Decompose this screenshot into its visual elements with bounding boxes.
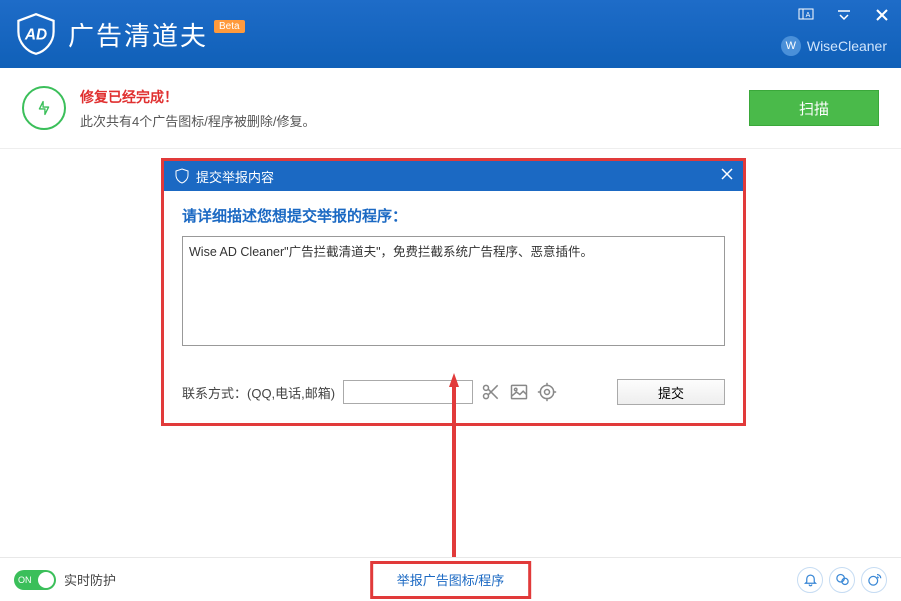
status-bar: 修复已经完成！ 此次共有4个广告图标/程序被删除/修复。 扫描 [0, 68, 901, 149]
toggle-on-text: ON [18, 575, 32, 585]
status-icon [22, 86, 66, 130]
close-icon[interactable] [873, 6, 891, 24]
submit-button[interactable]: 提交 [617, 379, 725, 405]
menu-icon[interactable] [835, 6, 853, 24]
weibo-icon[interactable] [861, 567, 887, 593]
bell-icon[interactable] [797, 567, 823, 593]
language-icon[interactable]: A [797, 6, 815, 24]
report-textarea[interactable] [182, 236, 725, 346]
contact-label: 联系方式：(QQ,电话,邮箱) [182, 383, 335, 402]
report-link-box: 举报广告图标/程序 [370, 561, 532, 599]
status-text: 修复已经完成！ 此次共有4个广告图标/程序被删除/修复。 [80, 87, 315, 130]
dialog-heading: 请详细描述您想提交举报的程序： [182, 205, 725, 226]
realtime-label: 实时防护 [64, 570, 116, 589]
brand-name: WiseCleaner [807, 38, 887, 54]
image-icon[interactable] [509, 382, 529, 402]
app-logo-icon: AD [14, 12, 58, 56]
status-subtitle: 此次共有4个广告图标/程序被删除/修复。 [80, 111, 315, 130]
app-title: 广告清道夫 [68, 16, 208, 53]
dialog-close-icon[interactable] [721, 167, 733, 185]
wechat-icon[interactable] [829, 567, 855, 593]
bottom-bar: ON 实时防护 举报广告图标/程序 [0, 557, 901, 601]
target-icon[interactable] [537, 382, 557, 402]
svg-text:AD: AD [24, 27, 47, 44]
beta-badge: Beta [214, 20, 245, 33]
realtime-toggle[interactable]: ON [14, 570, 56, 590]
report-link[interactable]: 举报广告图标/程序 [397, 573, 505, 588]
scan-button[interactable]: 扫描 [749, 90, 879, 126]
annotation-arrow [448, 373, 460, 558]
window-controls: A [797, 6, 891, 24]
brand[interactable]: W WiseCleaner [781, 36, 887, 56]
dialog-title: 提交举报内容 [196, 167, 274, 186]
dialog-titlebar: 提交举报内容 [164, 161, 743, 191]
status-title: 修复已经完成！ [80, 87, 315, 107]
header: AD 广告清道夫 Beta A W WiseCleaner [0, 0, 901, 68]
scissors-icon[interactable] [481, 382, 501, 402]
brand-avatar: W [781, 36, 801, 56]
dialog-shield-icon [174, 168, 190, 184]
social-icons [797, 567, 887, 593]
svg-text:A: A [806, 12, 811, 19]
toggle-knob [38, 572, 54, 588]
app-window: AD 广告清道夫 Beta A W WiseCleaner 修复已经完成！ 此次… [0, 0, 901, 601]
